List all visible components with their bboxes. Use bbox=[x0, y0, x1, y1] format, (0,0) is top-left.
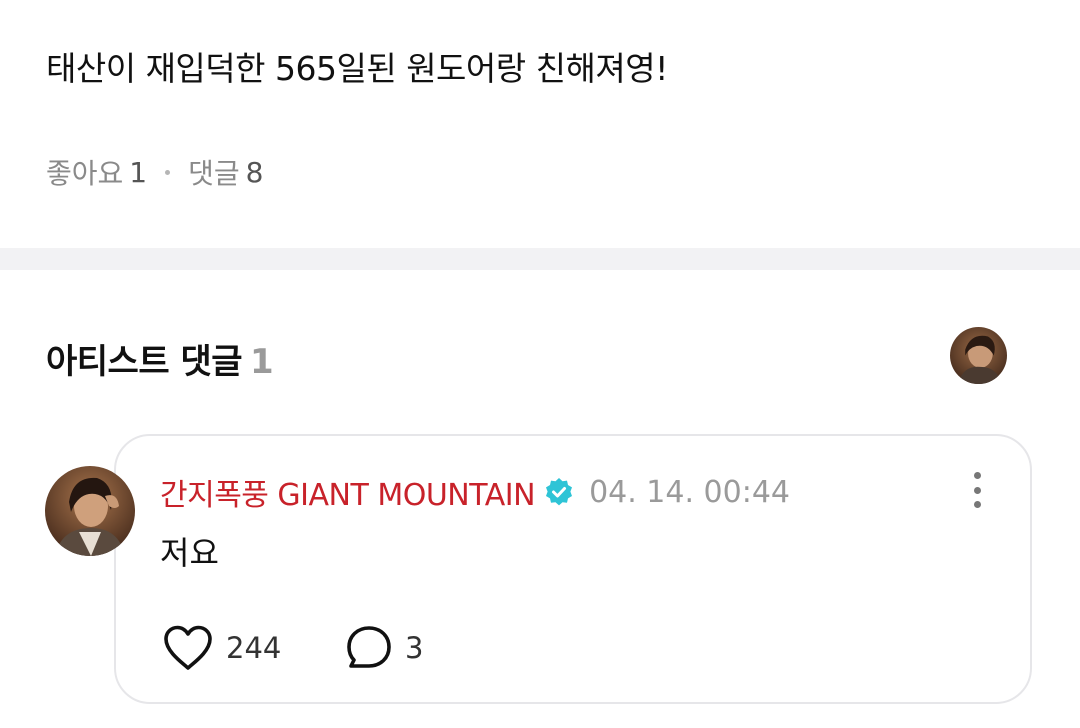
artist-comments-title: 아티스트 댓글 bbox=[46, 342, 243, 382]
post-stats: 좋아요 1 댓글 8 bbox=[46, 152, 263, 192]
post-text: 태산이 재입덕한 565일된 원도어랑 친해져영! bbox=[46, 49, 668, 88]
reply-count: 3 bbox=[405, 631, 424, 665]
reply-button[interactable]: 3 bbox=[345, 624, 423, 672]
speech-bubble-icon bbox=[347, 626, 391, 668]
likes-count[interactable]: 1 bbox=[129, 156, 147, 189]
comments-count[interactable]: 8 bbox=[246, 156, 264, 189]
artist-comments-count: 1 bbox=[250, 342, 274, 382]
like-count: 244 bbox=[226, 631, 282, 665]
like-button[interactable]: 244 bbox=[162, 624, 281, 672]
likes-label[interactable]: 좋아요 bbox=[46, 152, 123, 192]
comment-timestamp: 04. 14. 00:44 bbox=[589, 474, 791, 510]
comment-header: 간지폭풍 GIANT MOUNTAIN 04. 14. 00:44 bbox=[160, 470, 790, 514]
more-dot bbox=[973, 472, 981, 479]
comments-label[interactable]: 댓글 bbox=[188, 152, 240, 192]
more-dot bbox=[973, 501, 981, 508]
artist-avatar-thumbnail[interactable] bbox=[950, 327, 1007, 384]
more-dot bbox=[973, 486, 981, 494]
author-photo bbox=[45, 466, 135, 556]
comment-body: 저요 bbox=[160, 534, 219, 572]
heart-icon bbox=[164, 625, 212, 670]
verified-badge-icon bbox=[543, 476, 575, 508]
section-divider bbox=[0, 248, 1080, 270]
author-avatar[interactable] bbox=[45, 466, 135, 556]
more-vertical-icon[interactable] bbox=[962, 470, 992, 510]
artist-comments-header: 아티스트 댓글 1 bbox=[46, 334, 274, 383]
post-detail-page: 태산이 재입덕한 565일된 원도어랑 친해져영! 좋아요 1 댓글 8 아티스… bbox=[0, 0, 1080, 728]
artist-photo bbox=[950, 327, 1007, 384]
separator-dot bbox=[165, 169, 171, 175]
comment-author-name[interactable]: 간지폭풍 GIANT MOUNTAIN bbox=[160, 470, 536, 514]
